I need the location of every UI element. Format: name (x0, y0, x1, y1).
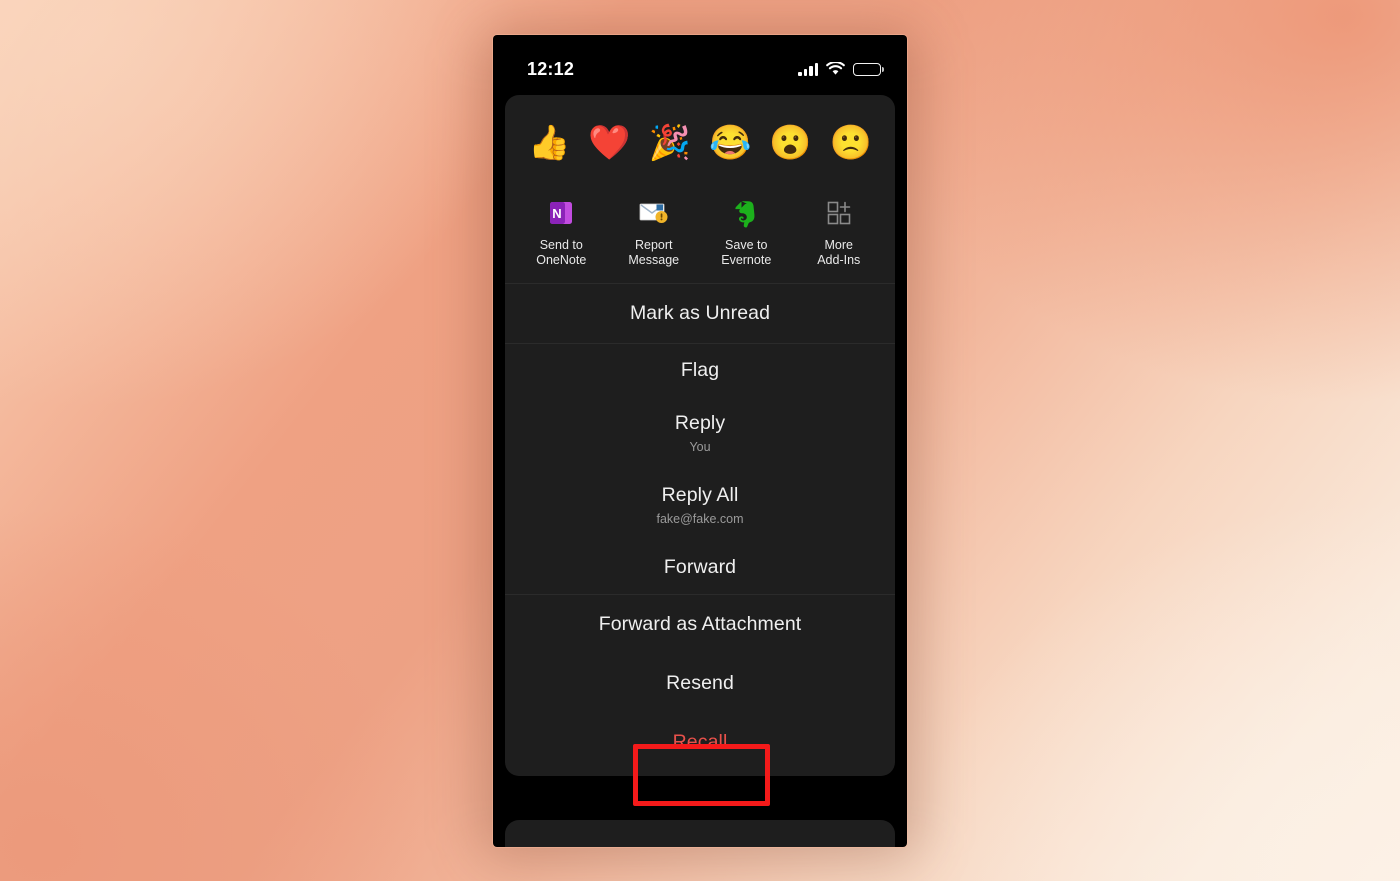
grid-plus-icon (823, 197, 855, 229)
svg-text:N: N (553, 206, 562, 221)
menu-item-label: Resend (666, 672, 734, 694)
reaction-heart-icon[interactable]: ❤️ (586, 126, 632, 160)
menu-group-read-state: Mark as Unread (505, 283, 895, 343)
addin-label: Send to OneNote (536, 238, 587, 267)
evernote-icon (730, 197, 762, 229)
status-bar-clock: 12:12 (527, 58, 575, 79)
menu-item-label: Flag (680, 359, 720, 381)
addin-label: Report Message (628, 238, 680, 267)
menu-item-mark-as-unread[interactable]: Mark as Unread (505, 284, 895, 343)
menu-item-label: Mark as Unread (629, 302, 771, 324)
wifi-icon (826, 61, 845, 76)
addin-more-add-ins[interactable]: More Add-Ins (797, 197, 881, 267)
addin-report-message[interactable]: Report Message (612, 197, 696, 267)
menu-item-subtitle: You (689, 440, 711, 454)
reaction-thumbs-up-icon[interactable]: 👍 (526, 126, 572, 160)
menu-item-label: Forward as Attachment (598, 613, 802, 635)
status-bar: 12:12 (493, 35, 907, 93)
reaction-party-popper-icon[interactable]: 🎉 (647, 126, 693, 160)
menu-group-respond: Flag Reply You Reply All fake@fake.com F… (505, 343, 895, 594)
phone-screen: 12:12 👍 ❤️ 🎉 😂 😮 � (493, 35, 907, 847)
addin-label: More Add-Ins (817, 238, 861, 267)
menu-item-reply-all[interactable]: Reply All fake@fake.com (505, 469, 895, 541)
menu-item-forward[interactable]: Forward (505, 541, 895, 594)
menu-item-reply[interactable]: Reply You (505, 397, 895, 469)
action-menu: Mark as Unread Flag Reply You Reply All … (505, 283, 895, 776)
menu-item-label: Reply (674, 412, 726, 434)
addin-send-to-onenote[interactable]: N Send to OneNote (519, 197, 603, 267)
battery-icon (853, 62, 884, 76)
reaction-laughing-icon[interactable]: 😂 (707, 126, 753, 160)
reaction-bar: 👍 ❤️ 🎉 😂 😮 🙁 (505, 95, 895, 191)
report-message-icon (638, 197, 670, 229)
onenote-icon: N (545, 197, 577, 229)
menu-item-label: Forward (663, 556, 737, 578)
menu-group-advanced: Forward as Attachment Resend Recall (505, 594, 895, 772)
menu-item-recall[interactable]: Recall (505, 713, 895, 772)
reaction-surprised-icon[interactable]: 😮 (767, 126, 813, 160)
menu-item-label: Reply All (661, 484, 739, 506)
menu-item-resend[interactable]: Resend (505, 654, 895, 713)
reaction-sad-icon[interactable]: 🙁 (828, 126, 874, 160)
addins-row: N Send to OneNote Report Message Save to… (505, 191, 895, 283)
addin-save-to-evernote[interactable]: Save to Evernote (704, 197, 788, 267)
addin-label: Save to Evernote (721, 238, 772, 267)
menu-item-flag[interactable]: Flag (505, 344, 895, 397)
status-bar-indicators (798, 61, 884, 76)
cellular-signal-icon (798, 62, 818, 76)
menu-item-forward-as-attachment[interactable]: Forward as Attachment (505, 595, 895, 654)
menu-item-subtitle: fake@fake.com (656, 512, 744, 526)
secondary-action-sheet[interactable] (505, 820, 895, 847)
action-sheet: 👍 ❤️ 🎉 😂 😮 🙁 N Send to OneNote Report Me… (505, 95, 895, 776)
menu-item-label: Recall (672, 731, 728, 753)
